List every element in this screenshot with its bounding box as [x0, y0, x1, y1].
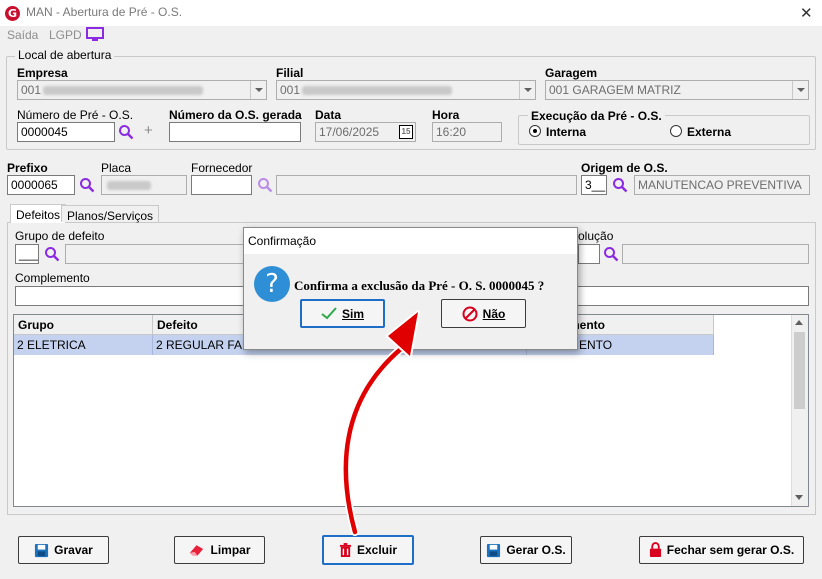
interna-radio[interactable] — [529, 125, 541, 140]
grupo-defeito-label: Grupo de defeito — [15, 229, 105, 243]
empresa-label: Empresa — [17, 66, 68, 80]
add-icon[interactable]: + — [144, 122, 153, 139]
close-window-button[interactable]: ✕ — [800, 4, 813, 22]
filial-value: 001 — [280, 83, 301, 97]
solucao-input[interactable] — [578, 244, 600, 264]
garagem-value: 001 GARAGEM MATRIZ — [549, 83, 681, 97]
menu-item-saida[interactable]: Saída — [7, 28, 38, 42]
search-icon[interactable] — [612, 177, 628, 196]
fornecedor-name-field — [276, 175, 577, 195]
grupo-defeito-name — [65, 244, 250, 264]
interna-label: Interna — [546, 125, 587, 139]
origem-name-field: MANUTENCAO PREVENTIVA — [634, 175, 810, 195]
externa-radio[interactable] — [670, 125, 682, 140]
menu-bar — [0, 26, 822, 46]
nao-label: Não — [482, 306, 506, 321]
data-label: Data — [315, 108, 342, 122]
monitor-icon[interactable] — [86, 27, 104, 45]
tab-planos-servicos[interactable]: Planos/Serviços — [61, 205, 160, 223]
search-icon[interactable] — [44, 246, 60, 265]
garagem-select[interactable]: 001 GARAGEM MATRIZ — [545, 80, 809, 100]
limpar-label: Limpar — [210, 543, 251, 557]
search-icon[interactable] — [118, 124, 134, 143]
local-abertura-title: Local de abertura — [15, 48, 115, 62]
app-logo-icon: G — [5, 6, 20, 21]
placa-label: Placa — [101, 161, 132, 175]
radio-button[interactable] — [670, 125, 682, 137]
gerar-label: Gerar O.S. — [506, 543, 566, 557]
dialog-message: Confirma a exclusão da Pré - O. S. 00000… — [294, 278, 545, 293]
gravar-button[interactable]: Gravar — [18, 536, 109, 564]
fechar-sem-gerar-button[interactable]: Fechar sem gerar O.S. — [639, 536, 804, 564]
excluir-label: Excluir — [356, 543, 398, 557]
prefixo-label: Prefixo — [7, 161, 48, 175]
lock-icon — [649, 542, 661, 557]
solucao-label: olução — [578, 229, 614, 243]
fornecedor-input[interactable] — [191, 175, 252, 195]
data-input[interactable]: 17/06/2025 15 — [315, 122, 416, 142]
column-header-grupo[interactable]: Grupo — [14, 315, 153, 335]
chevron-down-icon[interactable] — [792, 81, 808, 99]
save-icon — [487, 543, 501, 557]
externa-label: Externa — [687, 125, 732, 139]
filial-select[interactable]: 001 — [276, 80, 536, 100]
scroll-up-icon[interactable] — [795, 320, 803, 325]
numero-gerada-label: Número da O.S. gerada — [169, 108, 302, 122]
redacted-filial — [302, 86, 453, 96]
fornecedor-label: Fornecedor — [191, 161, 253, 175]
chevron-down-icon[interactable] — [250, 81, 266, 99]
dialog-title: Confirmação — [244, 228, 577, 254]
table-cell-grupo[interactable]: 2 ELETRICA — [14, 335, 153, 355]
scrollbar-thumb[interactable] — [794, 332, 805, 409]
filial-label: Filial — [276, 66, 304, 80]
hora-input[interactable]: 16:20 — [432, 122, 502, 142]
search-icon[interactable] — [257, 177, 273, 196]
execucao-title: Execução da Pré - O.S. — [528, 109, 665, 123]
search-icon[interactable] — [603, 246, 619, 265]
prohibited-icon — [462, 306, 478, 321]
radio-button[interactable] — [529, 125, 541, 137]
fechar-label: Fechar sem gerar O.S. — [666, 543, 795, 557]
question-icon: ? — [254, 266, 290, 302]
garagem-label: Garagem — [545, 66, 598, 80]
gerar-os-button[interactable]: Gerar O.S. — [480, 536, 572, 564]
gravar-label: Gravar — [54, 543, 93, 557]
solucao-name — [622, 244, 809, 264]
eraser-icon — [190, 545, 204, 556]
empresa-value: 001 — [21, 83, 42, 97]
annotation-arrow-icon — [341, 310, 420, 536]
grupo-defeito-input[interactable]: ___ — [15, 244, 39, 264]
prefixo-input[interactable]: 0000065 — [7, 175, 75, 195]
placa-input[interactable] — [101, 175, 187, 195]
chevron-down-icon[interactable] — [519, 81, 535, 99]
search-icon[interactable] — [79, 177, 95, 196]
numero-pre-input[interactable]: 0000045 — [17, 122, 115, 142]
redacted-placa — [107, 181, 151, 191]
origem-code-input[interactable]: 3__ — [581, 175, 607, 195]
trash-icon — [339, 542, 352, 557]
nao-button[interactable]: Não — [441, 299, 526, 328]
tab-defeitos[interactable]: Defeitos — [10, 204, 67, 223]
hora-label: Hora — [432, 108, 460, 122]
redacted-empresa — [43, 86, 204, 96]
scroll-down-icon[interactable] — [795, 495, 803, 500]
window-title: MAN - Abertura de Pré - O.S. — [26, 5, 183, 19]
numero-pre-label: Número de Pré - O.S. — [17, 108, 134, 122]
data-value: 17/06/2025 — [319, 125, 380, 139]
numero-gerada-input[interactable] — [169, 122, 301, 142]
complemento-label: Complemento — [15, 271, 90, 285]
menu-item-lgpd[interactable]: LGPD — [49, 28, 82, 42]
origem-label: Origem de O.S. — [581, 161, 668, 175]
calendar-icon[interactable]: 15 — [399, 125, 413, 139]
empresa-select[interactable]: 001 — [17, 80, 267, 100]
save-icon — [35, 543, 49, 557]
limpar-button[interactable]: Limpar — [174, 536, 265, 564]
